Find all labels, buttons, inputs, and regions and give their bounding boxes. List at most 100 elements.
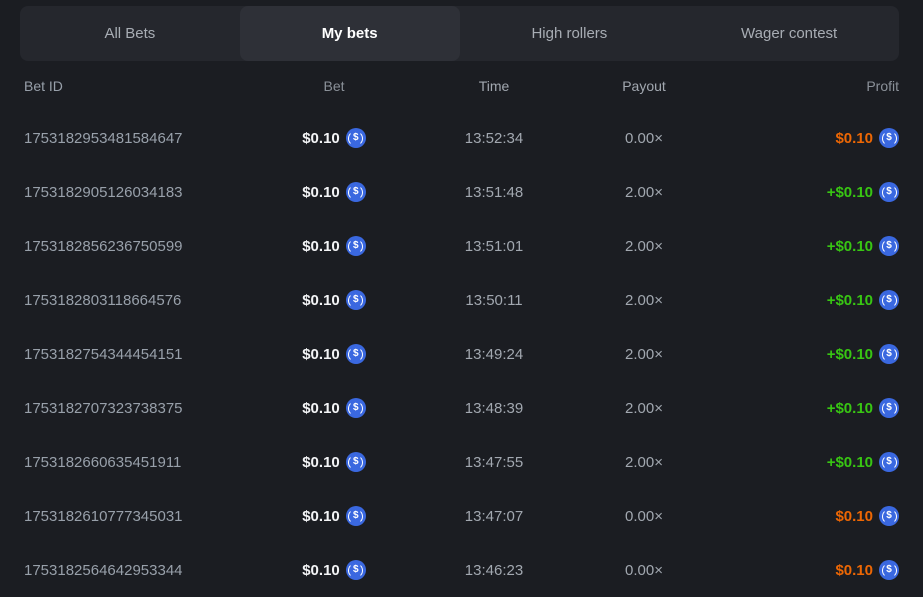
usdc-coin-icon: $ <box>879 398 899 418</box>
profit-value: $0.10 <box>835 130 873 147</box>
profit-value: +$0.10 <box>827 400 873 417</box>
profit-cell: $0.10 $ <box>714 506 899 526</box>
profit-cell: +$0.10 $ <box>714 344 899 364</box>
bet-id-link[interactable]: 1753182953481584647 <box>24 130 254 147</box>
bet-payout: 2.00× <box>574 346 714 363</box>
table-row: 1753182803118664576 $0.10 $ 13:50:11 2.0… <box>0 273 923 327</box>
usdc-coin-icon: $ <box>346 128 366 148</box>
bet-payout: 2.00× <box>574 454 714 471</box>
bet-id-link[interactable]: 1753182905126034183 <box>24 184 254 201</box>
profit-cell: $0.10 $ <box>714 560 899 580</box>
bet-time: 13:47:07 <box>414 508 574 525</box>
bet-amount-cell: $0.10 $ <box>254 344 414 364</box>
bet-amount-cell: $0.10 $ <box>254 182 414 202</box>
profit-cell: +$0.10 $ <box>714 236 899 256</box>
usdc-coin-icon: $ <box>879 236 899 256</box>
profit-value: +$0.10 <box>827 454 873 471</box>
bet-amount-cell: $0.10 $ <box>254 290 414 310</box>
bet-id-link[interactable]: 1753182856236750599 <box>24 238 254 255</box>
tab-high-rollers[interactable]: High rollers <box>460 6 680 61</box>
bet-amount-cell: $0.10 $ <box>254 560 414 580</box>
bets-table: Bet ID Bet Time Payout Profit 1753182953… <box>0 61 923 597</box>
bet-time: 13:51:48 <box>414 184 574 201</box>
tab-my-bets[interactable]: My bets <box>240 6 460 61</box>
bet-payout: 2.00× <box>574 292 714 309</box>
profit-cell: +$0.10 $ <box>714 398 899 418</box>
usdc-coin-icon: $ <box>346 560 366 580</box>
column-header-profit: Profit <box>714 78 899 94</box>
bet-amount: $0.10 <box>302 292 340 309</box>
table-row: 1753182953481584647 $0.10 $ 13:52:34 0.0… <box>0 111 923 165</box>
usdc-coin-icon: $ <box>879 560 899 580</box>
bet-amount: $0.10 <box>302 400 340 417</box>
bet-id-link[interactable]: 1753182660635451911 <box>24 454 254 471</box>
profit-value: +$0.10 <box>827 292 873 309</box>
usdc-coin-icon: $ <box>346 398 366 418</box>
bet-payout: 0.00× <box>574 562 714 579</box>
bet-amount: $0.10 <box>302 562 340 579</box>
bet-time: 13:49:24 <box>414 346 574 363</box>
column-header-bet-id: Bet ID <box>24 78 254 94</box>
table-body: 1753182953481584647 $0.10 $ 13:52:34 0.0… <box>0 111 923 597</box>
tab-all-bets[interactable]: All Bets <box>20 6 240 61</box>
bet-payout: 0.00× <box>574 130 714 147</box>
column-header-bet: Bet <box>254 78 414 94</box>
usdc-coin-icon: $ <box>879 182 899 202</box>
bet-id-link[interactable]: 1753182564642953344 <box>24 562 254 579</box>
profit-value: +$0.10 <box>827 346 873 363</box>
bet-amount: $0.10 <box>302 238 340 255</box>
bet-time: 13:50:11 <box>414 292 574 309</box>
bet-amount: $0.10 <box>302 184 340 201</box>
usdc-coin-icon: $ <box>879 452 899 472</box>
bet-amount: $0.10 <box>302 346 340 363</box>
bet-payout: 2.00× <box>574 184 714 201</box>
bet-time: 13:48:39 <box>414 400 574 417</box>
profit-cell: $0.10 $ <box>714 128 899 148</box>
bet-amount-cell: $0.10 $ <box>254 398 414 418</box>
usdc-coin-icon: $ <box>879 344 899 364</box>
usdc-coin-icon: $ <box>346 506 366 526</box>
usdc-coin-icon: $ <box>346 452 366 472</box>
profit-cell: +$0.10 $ <box>714 182 899 202</box>
bet-amount-cell: $0.10 $ <box>254 452 414 472</box>
bet-time: 13:46:23 <box>414 562 574 579</box>
profit-cell: +$0.10 $ <box>714 290 899 310</box>
bet-amount: $0.10 <box>302 130 340 147</box>
column-header-time: Time <box>414 78 574 94</box>
table-row: 1753182610777345031 $0.10 $ 13:47:07 0.0… <box>0 489 923 543</box>
tab-wager-contest[interactable]: Wager contest <box>679 6 899 61</box>
bets-tab-bar: All Bets My bets High rollers Wager cont… <box>20 6 899 61</box>
usdc-coin-icon: $ <box>346 182 366 202</box>
bet-payout: 2.00× <box>574 238 714 255</box>
profit-value: $0.10 <box>835 508 873 525</box>
bet-time: 13:51:01 <box>414 238 574 255</box>
bet-id-link[interactable]: 1753182707323738375 <box>24 400 254 417</box>
bet-amount-cell: $0.10 $ <box>254 128 414 148</box>
bet-payout: 0.00× <box>574 508 714 525</box>
bet-time: 13:52:34 <box>414 130 574 147</box>
bet-amount-cell: $0.10 $ <box>254 506 414 526</box>
usdc-coin-icon: $ <box>879 290 899 310</box>
table-row: 1753182856236750599 $0.10 $ 13:51:01 2.0… <box>0 219 923 273</box>
table-row: 1753182905126034183 $0.10 $ 13:51:48 2.0… <box>0 165 923 219</box>
bet-id-link[interactable]: 1753182610777345031 <box>24 508 254 525</box>
usdc-coin-icon: $ <box>879 506 899 526</box>
bet-payout: 2.00× <box>574 400 714 417</box>
bet-amount-cell: $0.10 $ <box>254 236 414 256</box>
usdc-coin-icon: $ <box>346 290 366 310</box>
bet-amount: $0.10 <box>302 454 340 471</box>
profit-value: +$0.10 <box>827 184 873 201</box>
profit-cell: +$0.10 $ <box>714 452 899 472</box>
bet-amount: $0.10 <box>302 508 340 525</box>
column-header-payout: Payout <box>574 78 714 94</box>
profit-value: +$0.10 <box>827 238 873 255</box>
usdc-coin-icon: $ <box>879 128 899 148</box>
table-row: 1753182564642953344 $0.10 $ 13:46:23 0.0… <box>0 543 923 597</box>
bet-time: 13:47:55 <box>414 454 574 471</box>
bet-id-link[interactable]: 1753182754344454151 <box>24 346 254 363</box>
profit-value: $0.10 <box>835 562 873 579</box>
table-row: 1753182707323738375 $0.10 $ 13:48:39 2.0… <box>0 381 923 435</box>
bet-id-link[interactable]: 1753182803118664576 <box>24 292 254 309</box>
table-row: 1753182754344454151 $0.10 $ 13:49:24 2.0… <box>0 327 923 381</box>
usdc-coin-icon: $ <box>346 236 366 256</box>
